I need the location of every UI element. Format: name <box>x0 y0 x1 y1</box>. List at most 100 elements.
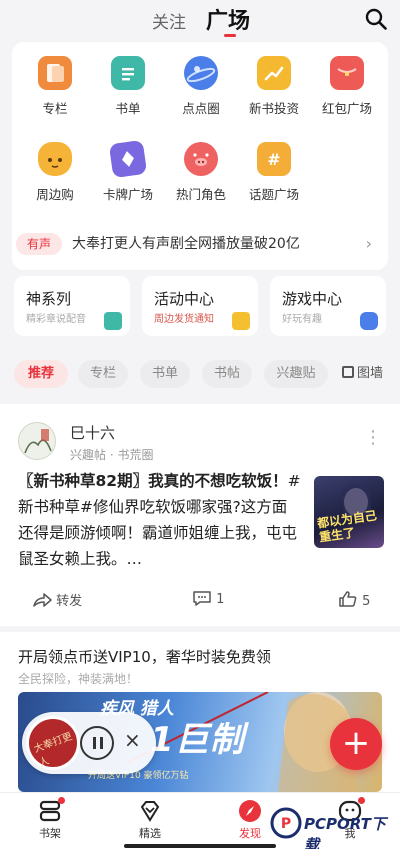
chip-booklist[interactable]: 书单 <box>140 360 190 388</box>
grid-item-topics[interactable]: # 话题广场 <box>239 142 309 203</box>
grid-item-planet[interactable]: 点点圈 <box>166 56 236 117</box>
share-button[interactable]: 转发 <box>32 590 82 609</box>
grid-item-column[interactable]: 专栏 <box>20 56 90 117</box>
grid-item-hot-roles[interactable]: 热门角色 <box>166 142 236 203</box>
post-author[interactable]: 巳十六 <box>70 422 115 443</box>
pause-button[interactable] <box>80 726 114 760</box>
fox-icon <box>38 142 72 176</box>
ad-subtitle: 全民探险，神装满地！ <box>18 672 139 686</box>
avatar[interactable] <box>18 422 56 460</box>
image-wall-toggle[interactable]: 图墙 <box>342 360 383 388</box>
diamond-icon <box>137 799 163 823</box>
chevron-right-icon: › <box>365 234 372 253</box>
close-icon[interactable]: × <box>124 728 141 752</box>
notification-dot <box>58 797 65 804</box>
post-title: 〖新书种草82期〗我真的不想吃软饭！ <box>18 472 288 490</box>
announcement-bar[interactable]: 有声 大奉打更人有声剧全网播放量破20亿 › <box>16 229 380 259</box>
card-activity-center[interactable]: 活动中心 周边发货通知 <box>142 276 258 336</box>
bookshelf-icon <box>37 797 65 823</box>
post-source[interactable]: 兴趣帖 · 书荒圈 <box>70 446 153 463</box>
create-post-button[interactable]: + <box>330 718 382 770</box>
card-game-center[interactable]: 游戏中心 好玩有趣 <box>270 276 386 336</box>
tab-square[interactable]: 广场 <box>206 3 250 35</box>
gamepad-icon <box>360 312 378 330</box>
watermark-text: PCPORT下载 <box>304 815 386 849</box>
robot-icon <box>104 312 122 330</box>
card-title: 神系列 <box>26 290 72 308</box>
compass-icon <box>237 799 263 823</box>
like-count: 5 <box>362 594 371 609</box>
feature-panel: 专栏 书单 点点圈 新书投资 红包广场 周边购 卡牌广场 热门角色 # 话题广场… <box>12 42 388 270</box>
like-button[interactable]: 5 <box>338 590 370 609</box>
card-subtitle: 好玩有趣 <box>282 314 322 325</box>
grid-view-icon <box>342 366 354 378</box>
pause-icon <box>93 737 96 749</box>
svg-text:P: P <box>281 816 291 832</box>
card-subtitle: 周边发货通知 <box>154 314 214 325</box>
chip-recommend[interactable]: 推荐 <box>14 360 68 388</box>
thumbs-up-icon <box>339 591 357 607</box>
card-subtitle: 精彩章说配音 <box>26 314 86 325</box>
post-content[interactable]: 〖新书种草82期〗我真的不想吃软饭！#新书种草#修仙界吃软饭哪家强?这方面还得是… <box>18 468 302 572</box>
ad-headline: 1巨制 <box>150 720 245 760</box>
more-options-icon[interactable]: ⋮ <box>364 429 382 447</box>
grid-label: 书单 <box>115 101 141 116</box>
grid-label: 新书投资 <box>248 101 299 116</box>
card-title: 游戏中心 <box>282 290 343 308</box>
chip-column[interactable]: 专栏 <box>78 360 128 388</box>
grid-item-booklist[interactable]: 书单 <box>93 56 163 117</box>
post-thumbnail[interactable]: 都以为自己重生了 <box>314 476 384 548</box>
pause-icon <box>100 737 103 749</box>
column-icon <box>38 56 72 90</box>
red-packet-icon <box>330 56 364 90</box>
grid-item-merch[interactable]: 周边购 <box>20 142 90 203</box>
card-icon <box>108 139 148 179</box>
nav-featured[interactable]: 精选 <box>120 799 180 841</box>
gift-icon <box>232 312 250 330</box>
audio-badge: 有声 <box>16 233 62 255</box>
home-indicator <box>124 844 276 848</box>
invest-icon <box>257 56 291 90</box>
category-tabs: 推荐 专栏 书单 书帖 兴趣贴 图墙 <box>0 360 400 390</box>
grid-label: 红包广场 <box>321 101 372 116</box>
booklist-icon <box>111 56 145 90</box>
share-icon <box>33 593 52 607</box>
announcement-text: 大奉打更人有声剧全网播放量破20亿 <box>72 236 300 252</box>
floating-audio-player[interactable]: 大奉打更人 × <box>22 712 156 774</box>
planet-icon <box>184 56 218 90</box>
card-god-series[interactable]: 神系列 精彩章说配音 <box>14 276 130 336</box>
chip-book-post[interactable]: 书帖 <box>202 360 252 388</box>
watermark-icon: P <box>270 807 302 839</box>
chip-interest-post[interactable]: 兴趣贴 <box>264 360 328 388</box>
grid-label: 专栏 <box>42 101 68 116</box>
comment-icon <box>193 591 211 606</box>
post-card[interactable]: 巳十六 兴趣帖 · 书荒圈 ⋮ 〖新书种草82期〗我真的不想吃软饭！#新书种草#… <box>0 404 400 626</box>
post-actions: 转发 1 5 <box>0 586 400 616</box>
search-icon[interactable] <box>364 7 388 31</box>
grid-label: 热门角色 <box>175 187 226 202</box>
ad-title: 开局领点币送VIP10，奢华时装免费领 <box>18 648 271 666</box>
grid-label: 周边购 <box>36 187 74 202</box>
notification-dot <box>358 797 365 804</box>
svg-text:#: # <box>267 150 280 169</box>
grid-label: 卡牌广场 <box>102 187 153 202</box>
nav-label: 书架 <box>39 827 61 840</box>
share-label: 转发 <box>56 594 83 609</box>
grid-item-cards[interactable]: 卡牌广场 <box>93 139 163 203</box>
disc-title: 大奉打更人 <box>32 731 74 770</box>
card-title: 活动中心 <box>154 290 215 308</box>
tab-follow[interactable]: 关注 <box>152 8 186 33</box>
nav-label: 精选 <box>139 827 161 840</box>
top-bar: 关注 广场 <box>0 0 400 44</box>
image-wall-label: 图墙 <box>357 366 384 381</box>
comment-button[interactable]: 1 <box>192 590 224 607</box>
grid-label: 话题广场 <box>248 187 299 202</box>
pig-icon <box>184 142 218 176</box>
comment-count: 1 <box>216 592 225 607</box>
watermark-logo: P PCPORT下载 <box>270 806 396 849</box>
nav-bookshelf[interactable]: 书架 <box>20 797 80 841</box>
grid-item-red-packet[interactable]: 红包广场 <box>312 56 382 117</box>
album-disc[interactable]: 大奉打更人 <box>26 716 80 770</box>
grid-item-invest[interactable]: 新书投资 <box>239 56 309 117</box>
active-tab-indicator <box>224 34 236 37</box>
